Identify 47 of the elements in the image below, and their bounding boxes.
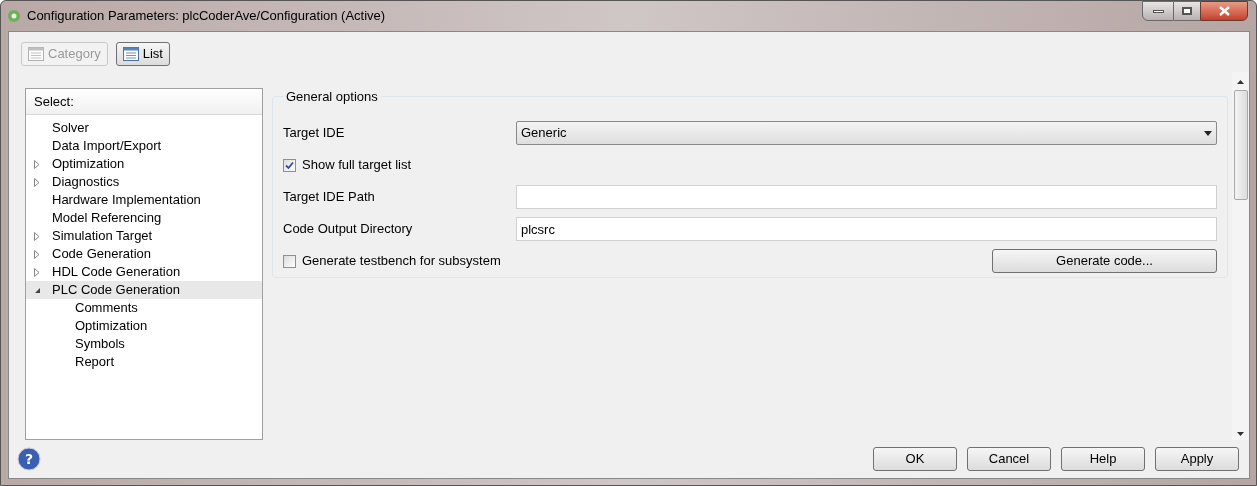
tree-item[interactable]: Simulation Target (26, 227, 262, 245)
generate-code-button[interactable]: Generate code... (992, 249, 1217, 273)
tree-item[interactable]: Hardware Implementation (26, 191, 262, 209)
input-field[interactable] (516, 185, 1217, 209)
dropdown-arrow-icon (1204, 130, 1212, 136)
scroll-down-icon[interactable] (1237, 432, 1244, 436)
dialog-button[interactable]: Cancel (967, 447, 1051, 471)
dialog-button[interactable]: OK (873, 447, 957, 471)
maximize-button[interactable] (1174, 1, 1200, 21)
tree-item[interactable]: Data Import/Export (26, 137, 262, 155)
field-label: Target IDE (283, 124, 346, 143)
dialog-button[interactable]: Help (1061, 447, 1145, 471)
tree-item[interactable]: Code Generation (26, 245, 262, 263)
checkmark-icon (285, 160, 294, 170)
field-label: Code Output Directory (283, 220, 414, 239)
scroll-up-icon[interactable] (1237, 80, 1244, 84)
close-button[interactable] (1200, 1, 1248, 21)
close-icon (1218, 6, 1230, 16)
tree-item[interactable]: PLC Code Generation (26, 281, 262, 299)
list-icon (28, 47, 44, 61)
tree-item[interactable]: Symbols (26, 335, 262, 353)
tree-item[interactable]: HDL Code Generation (26, 263, 262, 281)
field-label: Target IDE Path (283, 188, 376, 207)
checkbox[interactable] (283, 254, 296, 268)
maximize-icon (1182, 7, 1192, 15)
tree-item[interactable]: Comments (26, 299, 262, 317)
input-field[interactable]: plcsrc (516, 217, 1217, 241)
minimize-button[interactable] (1142, 1, 1174, 21)
scroll-thumb[interactable] (1233, 90, 1248, 200)
checkbox-label: Show full target list (302, 156, 412, 175)
view-button[interactable]: List (115, 42, 170, 66)
tree-item[interactable]: Solver (26, 119, 262, 137)
tree-item[interactable]: Model Referencing (26, 209, 262, 227)
tree-item[interactable]: Report (26, 353, 262, 371)
dropdown[interactable]: Generic (516, 121, 1217, 145)
tree-item[interactable]: Diagnostics (26, 173, 262, 191)
expanded-arrow-icon[interactable] (34, 286, 41, 294)
checkbox[interactable] (283, 158, 296, 172)
checkbox-label: Generate testbench for subsystem (302, 252, 501, 271)
dialog-button[interactable]: Apply (1155, 447, 1239, 471)
tree-item[interactable]: Optimization (26, 317, 262, 335)
list-icon (122, 47, 139, 61)
tree-item[interactable]: Optimization (26, 155, 262, 173)
help-icon[interactable]: ? (17, 447, 41, 471)
window-title: Configuration Parameters: plcCoderAve/Configuration (Active) (27, 7, 386, 26)
minimize-icon (1152, 9, 1164, 13)
scrollbar[interactable] (1232, 72, 1249, 440)
